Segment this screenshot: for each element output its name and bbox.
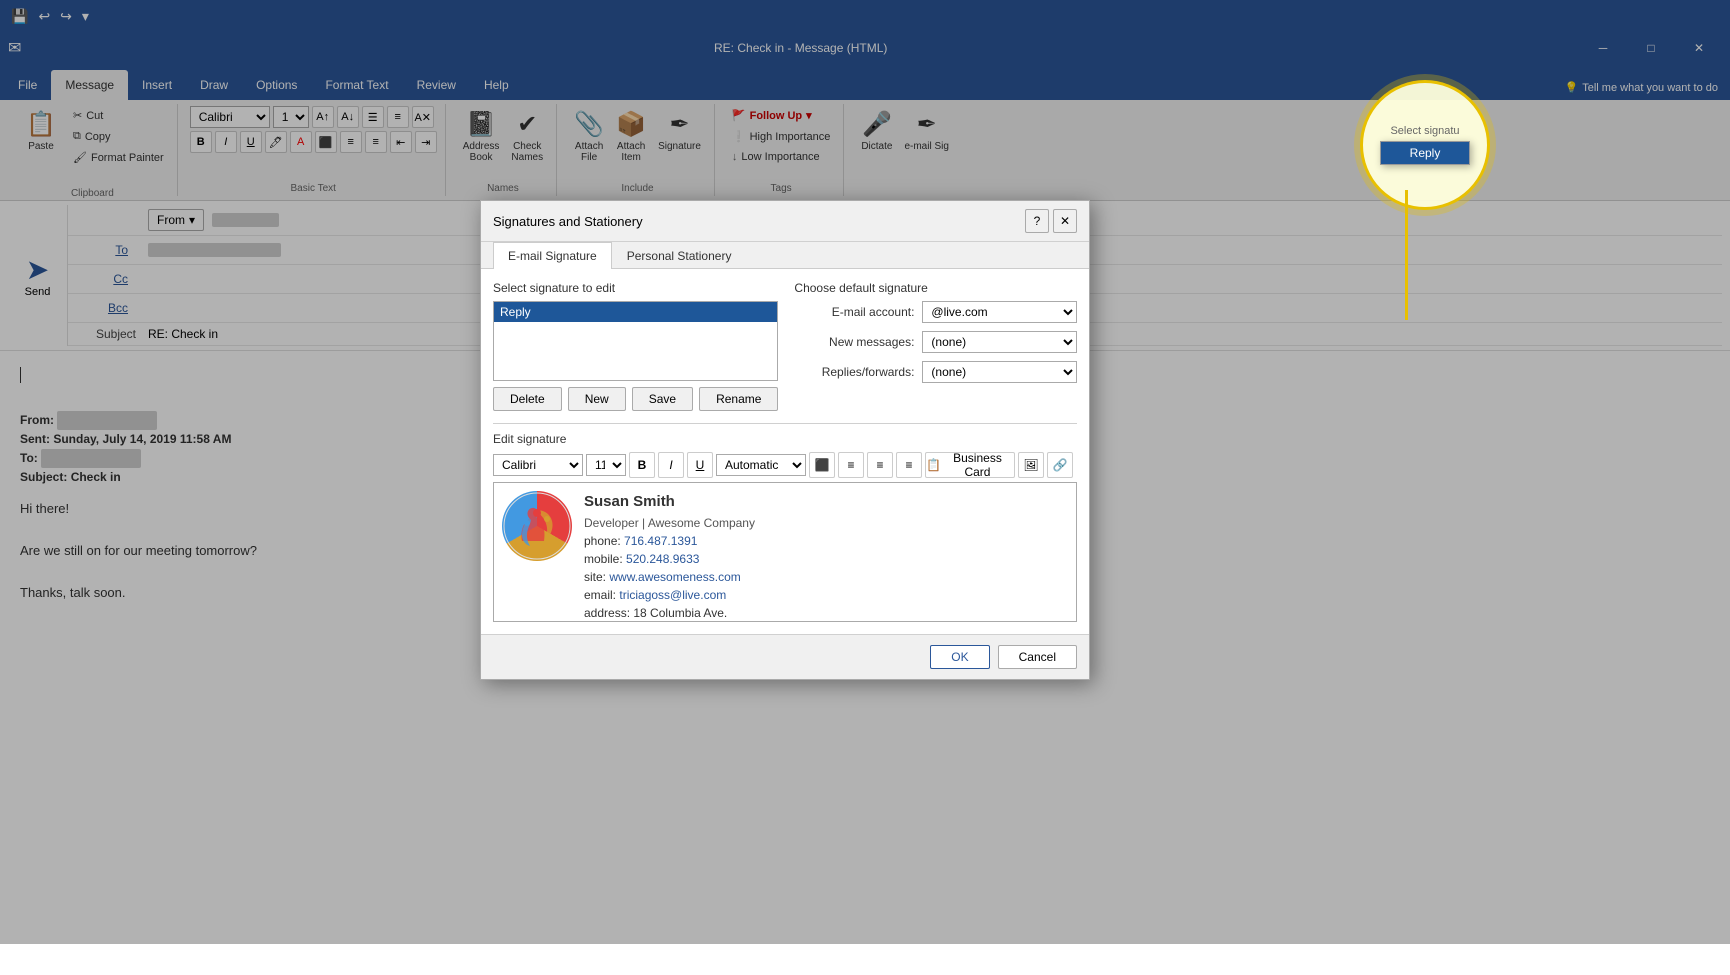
select-sig-label: Select signature to edit xyxy=(493,281,778,295)
edit-signature-content[interactable]: Susan Smith Developer | Awesome Company … xyxy=(493,482,1077,622)
replies-label: Replies/forwards: xyxy=(794,365,914,379)
signatures-dialog: Signatures and Stationery ? ✕ E-mail Sig… xyxy=(480,200,1090,680)
edit-align-right-btn[interactable]: ≡ xyxy=(867,452,893,478)
edit-align-center-btn[interactable]: ≡ xyxy=(838,452,864,478)
edit-signature-area: Edit signature Calibri 11 B I U Automati… xyxy=(493,423,1077,622)
new-sig-btn[interactable]: New xyxy=(568,387,626,411)
business-card-icon: 📋 xyxy=(926,458,941,472)
modal-section: Select signature to edit Reply Delete Ne… xyxy=(493,281,1077,411)
sig-phone-link[interactable]: 716.487.1391 xyxy=(624,534,697,548)
email-account-label: E-mail account: xyxy=(794,305,914,319)
modal-help-btn[interactable]: ? xyxy=(1025,209,1049,233)
sig-address-value: 18 Columbia Ave. xyxy=(633,606,727,620)
signature-dropdown: Reply xyxy=(1380,141,1470,165)
sig-phone: phone: 716.487.1391 xyxy=(584,532,755,550)
circle-highlight: Select signatu Reply xyxy=(1360,80,1490,210)
sig-site: site: www.awesomeness.com xyxy=(584,568,755,586)
tab-email-signature[interactable]: E-mail Signature xyxy=(493,242,612,269)
edit-sig-toolbar: Calibri 11 B I U Automatic ⬛ ≡ ≡ ≡ 📋 Bus… xyxy=(493,452,1077,478)
edit-italic-btn[interactable]: I xyxy=(658,452,684,478)
modal-footer: OK Cancel xyxy=(481,634,1089,679)
signature-reply-item[interactable]: Reply xyxy=(1381,142,1469,164)
company-logo xyxy=(502,491,572,561)
edit-align-justify-btn[interactable]: ≡ xyxy=(896,452,922,478)
sig-email: email: triciagoss@live.com xyxy=(584,586,755,604)
rename-sig-btn[interactable]: Rename xyxy=(699,387,778,411)
edit-color-select[interactable]: Automatic xyxy=(716,454,806,476)
email-account-select[interactable]: @live.com xyxy=(922,301,1077,323)
signature-text: Susan Smith Developer | Awesome Company … xyxy=(584,491,755,622)
sig-action-buttons: Delete New Save Rename xyxy=(493,387,778,411)
connector-line xyxy=(1405,190,1408,320)
new-messages-label: New messages: xyxy=(794,335,914,349)
new-messages-select[interactable]: (none) xyxy=(922,331,1077,353)
sig-address: address: 18 Columbia Ave. xyxy=(584,604,755,622)
sig-site-link[interactable]: www.awesomeness.com xyxy=(609,570,740,584)
modal-body: Select signature to edit Reply Delete Ne… xyxy=(481,269,1089,634)
default-sig-label: Choose default signature xyxy=(794,281,1077,295)
replies-select[interactable]: (none) xyxy=(922,361,1077,383)
edit-bold-btn[interactable]: B xyxy=(629,452,655,478)
modal-tabs: E-mail Signature Personal Stationery xyxy=(481,242,1089,269)
edit-align-left-btn[interactable]: ⬛ xyxy=(809,452,835,478)
sig-name: Susan Smith xyxy=(584,491,755,514)
sig-mobile: mobile: 520.248.9633 xyxy=(584,550,755,568)
delete-sig-btn[interactable]: Delete xyxy=(493,387,562,411)
edit-font-size[interactable]: 11 xyxy=(586,454,626,476)
select-signature-popup: Select signatu Reply xyxy=(1360,80,1490,210)
edit-font-family[interactable]: Calibri xyxy=(493,454,583,476)
logo-svg xyxy=(502,491,572,561)
popup-title: Select signatu xyxy=(1380,125,1470,137)
insert-picture-btn[interactable]: 🖼 xyxy=(1018,452,1044,478)
edit-underline-btn[interactable]: U xyxy=(687,452,713,478)
tab-personal-stationery[interactable]: Personal Stationery xyxy=(612,242,747,269)
edit-sig-label: Edit signature xyxy=(493,432,1077,446)
default-sig-table: E-mail account: @live.com New messages: … xyxy=(794,301,1077,383)
modal-right: Choose default signature E-mail account:… xyxy=(794,281,1077,411)
replies-row: Replies/forwards: (none) xyxy=(794,361,1077,383)
sig-email-link[interactable]: triciagoss@live.com xyxy=(619,588,726,602)
signature-list[interactable]: Reply xyxy=(493,301,778,381)
insert-hyperlink-btn[interactable]: 🔗 xyxy=(1047,452,1073,478)
sig-mobile-link[interactable]: 520.248.9633 xyxy=(626,552,699,566)
modal-close-btn[interactable]: ✕ xyxy=(1053,209,1077,233)
email-account-row: E-mail account: @live.com xyxy=(794,301,1077,323)
ok-btn[interactable]: OK xyxy=(930,645,989,669)
sig-title: Developer | Awesome Company xyxy=(584,514,755,532)
new-messages-row: New messages: (none) xyxy=(794,331,1077,353)
save-sig-btn[interactable]: Save xyxy=(632,387,693,411)
signature-preview: Susan Smith Developer | Awesome Company … xyxy=(502,491,1068,622)
cancel-btn[interactable]: Cancel xyxy=(998,645,1077,669)
business-card-btn[interactable]: 📋 Business Card xyxy=(925,452,1015,478)
sig-list-item-reply[interactable]: Reply xyxy=(494,302,777,322)
modal-title-buttons: ? ✕ xyxy=(1025,209,1077,233)
modal-titlebar: Signatures and Stationery ? ✕ xyxy=(481,201,1089,242)
modal-left: Select signature to edit Reply Delete Ne… xyxy=(493,281,778,411)
modal-title: Signatures and Stationery xyxy=(493,214,643,229)
